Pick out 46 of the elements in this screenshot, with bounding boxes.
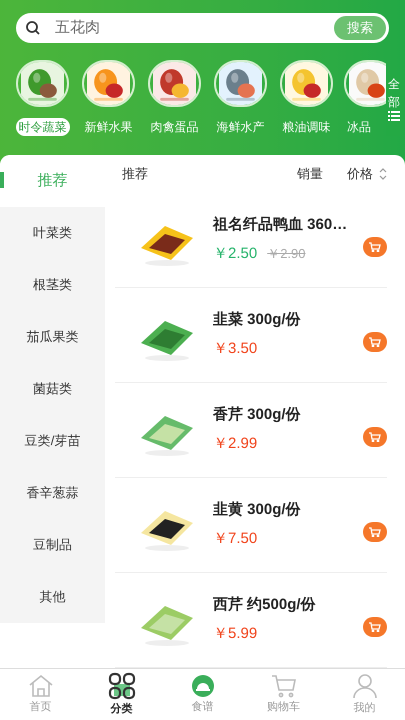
cart-icon — [369, 432, 381, 442]
product-name: 韭菜 300g/份 — [213, 310, 302, 330]
list-icon[interactable] — [388, 111, 400, 121]
sort-tab[interactable]: 推荐 — [122, 164, 148, 184]
product-name: 香芹 300g/份 — [213, 405, 302, 426]
home-icon — [28, 674, 54, 698]
cart-icon — [369, 336, 381, 347]
sidebar-item[interactable]: 其他 — [0, 571, 105, 623]
cloche-icon — [190, 674, 214, 698]
product-card[interactable]: 西芹 约500g/份 ￥5.99 — [115, 572, 387, 668]
product-card[interactable]: 香芹 300g/份 ￥2.99 — [115, 382, 387, 478]
sort-icon — [379, 168, 387, 180]
cart-icon — [369, 622, 381, 632]
sidebar-item[interactable]: 豆类/芽苗 — [0, 415, 105, 467]
product-card[interactable]: 韭菜 300g/份 ￥3.50 — [115, 288, 387, 383]
sidebar-item[interactable]: 根茎类 — [0, 259, 105, 311]
sidebar-item[interactable]: 叶菜类 — [0, 207, 105, 259]
cart-icon — [270, 674, 296, 698]
sidebar-item[interactable]: 茄瓜果类 — [0, 311, 105, 363]
product-price: ￥5.99 — [213, 624, 258, 644]
add-to-cart-button[interactable] — [363, 332, 387, 352]
product-price: ￥7.50 — [213, 528, 258, 549]
search-icon — [25, 20, 41, 36]
original-price: ￥2.90 — [267, 244, 306, 263]
cart-icon — [369, 242, 381, 252]
product-price: ￥2.99 — [213, 434, 258, 454]
cart-icon — [369, 526, 381, 537]
sidebar-item[interactable]: 豆制品 — [0, 519, 105, 571]
product-name: 韭黄 300g/份 — [213, 500, 302, 520]
product-card[interactable]: 韭黄 300g/份 ￥7.50 — [115, 478, 387, 573]
add-to-cart-button[interactable] — [363, 522, 387, 542]
product-price: ￥3.50 — [213, 338, 258, 359]
product-name: 西芹 约500g/份 — [213, 595, 317, 616]
add-to-cart-button[interactable] — [363, 426, 387, 447]
sort-tab[interactable]: 销量 — [297, 164, 323, 184]
sidebar-item[interactable]: 菌菇类 — [0, 363, 105, 415]
user-icon — [352, 672, 378, 699]
product-price: ￥2.50 — [213, 244, 258, 264]
grid-icon — [108, 672, 136, 700]
add-to-cart-button[interactable] — [363, 616, 387, 637]
sidebar-item[interactable]: 香辛葱蒜 — [0, 467, 105, 519]
product-name: 祖名纤品鸭血 360… — [213, 215, 348, 236]
nav-tab[interactable]: 分类 — [81, 669, 162, 720]
product-card[interactable]: 祖名纤品鸭血 360… ￥2.50 ￥2.90 — [115, 192, 387, 288]
sort-tab[interactable]: 价格 — [347, 164, 387, 184]
add-to-cart-button[interactable] — [363, 236, 387, 257]
